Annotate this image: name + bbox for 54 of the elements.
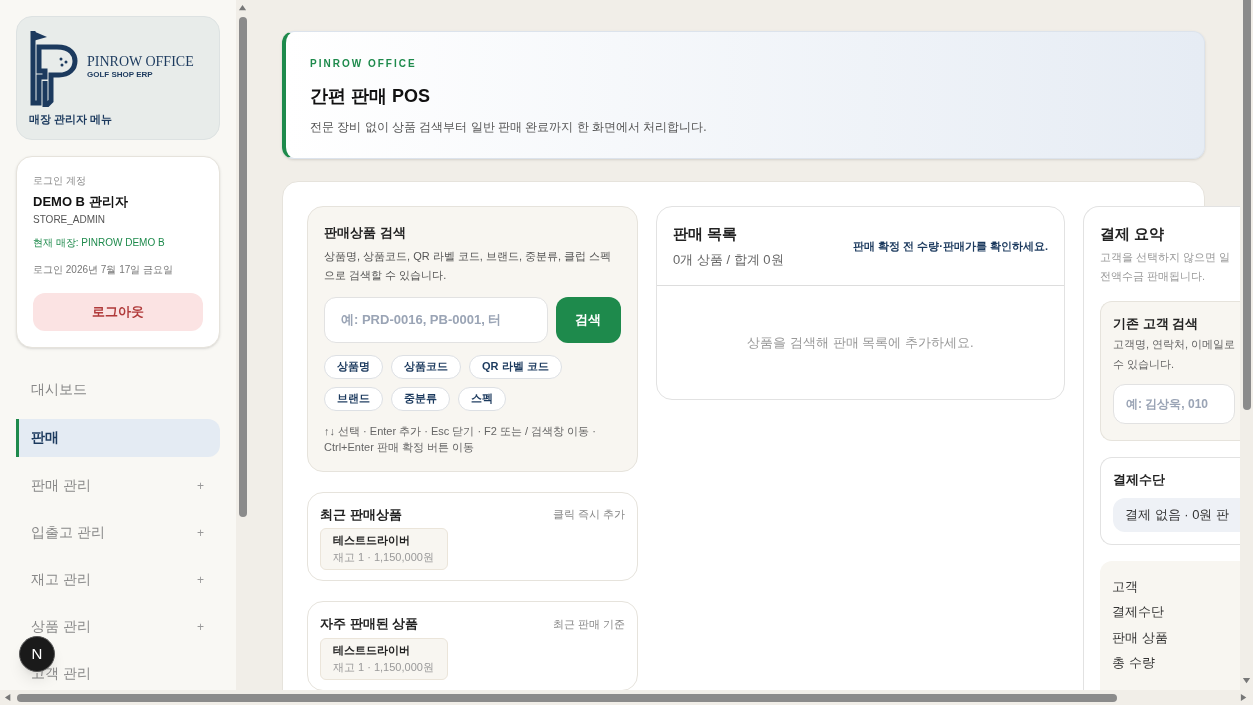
card-title: 자주 판매된 상품 [320,615,419,633]
sidebar-item[interactable]: 판매 관리 + [16,467,220,504]
brand-name: PINROW OFFICE [87,55,194,69]
product-search-field[interactable]: 예: PRD-0016, PB-0001, 터 [324,296,548,343]
panel-title: 결제수단 [1113,471,1166,489]
brand-caption: 매장 관리자 메뉴 [29,112,114,127]
panel-title: 기존 고객 검색 [1113,314,1200,333]
filter-chip[interactable]: 브랜드 [324,386,383,411]
empty-message: 상품을 검색해 판매 목록에 추가하세요. [747,333,974,352]
scroll-down-icon[interactable] [1242,677,1251,686]
shortcut-hint: ↑↓ 선택 · Enter 추가 · Esc 닫기 · F2 또는 / 검색창 이동 · Ctrl+Enter 판매 확정 버튼 이동 [324,423,597,455]
logout-button[interactable]: 로그아웃 [33,292,203,331]
scroll-up-icon[interactable] [238,4,247,13]
summary-label: 총 수량 [1112,654,1156,672]
panel-description: 수 있습니다. [1113,356,1176,372]
summary-label: 결제수단 [1112,603,1165,621]
filter-chip[interactable]: 상품코드 [391,354,461,379]
account-name: DEMO B 관리자 [33,193,129,211]
header-eyebrow: PINROW OFFICE [310,57,418,71]
sale-summary: 0개 상품 / 합계 0원 [673,250,784,269]
filter-chip[interactable]: 중분류 [391,386,450,411]
panel-description: 상품명, 상품코드, QR 라벨 코드, 브랜드, 중분류, 클럽 스펙으로 검색할 수 있습니다. [324,248,613,283]
sale-notice: 판매 확정 전 수량·판매가를 확인하세요. [853,238,1048,254]
page-title: 간편 판매 POS [310,85,431,108]
account-role: STORE_ADMIN [33,212,107,227]
summary-label: 고객 [1112,577,1139,596]
scroll-left-icon[interactable] [4,693,13,702]
summary-label: 판매 상품 [1112,628,1169,647]
panel-description: 고객명, 연락처, 이메일로 [1113,337,1237,352]
current-store: 현재 매장: PINROW DEMO B [33,235,166,250]
scroll-right-icon[interactable] [1240,693,1249,702]
sidebar-item[interactable]: 판매 [16,418,220,457]
card-hint: 클릭 즉시 추가 [552,507,625,522]
product-tile[interactable]: 테스트드라이버 재고 1 · 1,150,000원 [320,528,448,570]
panel-description: 고객을 선택하지 않으면 일 [1100,249,1232,265]
product-tile[interactable]: 테스트드라이버 재고 1 · 1,150,000원 [320,637,448,680]
panel-description: 전액수금 판매됩니다. [1100,269,1207,284]
account-label: 로그인 계정 [33,174,87,188]
page-description: 전문 장비 없이 상품 검색부터 일반 판매 완료까지 한 화면에서 처리합니다. [310,119,708,136]
filter-chip[interactable]: 상품명 [324,354,383,379]
panel-title: 판매 목록 [673,224,739,244]
logo-icon [29,29,79,107]
payment-method-select[interactable]: 결제 없음 · 0원 판 [1113,497,1240,532]
card-title: 최근 판매상품 [320,505,402,524]
sidebar-item[interactable]: 대시보드 [16,371,220,408]
panel-title: 결제 요약 [1100,224,1166,244]
filter-chip[interactable]: QR 라벨 코드 [469,354,562,379]
filter-chip[interactable]: 스펙 [458,386,506,411]
login-date: 로그인 2026년 7월 17일 금요일 [33,262,175,277]
card-hint: 최근 판매 기준 [552,616,625,632]
search-button[interactable]: 검색 [555,296,621,343]
customer-search-field[interactable]: 예: 김상욱, 010 [1113,384,1235,424]
brand-tagline: GOLF SHOP ERP [87,69,154,81]
panel-title: 판매상품 검색 [324,224,407,242]
